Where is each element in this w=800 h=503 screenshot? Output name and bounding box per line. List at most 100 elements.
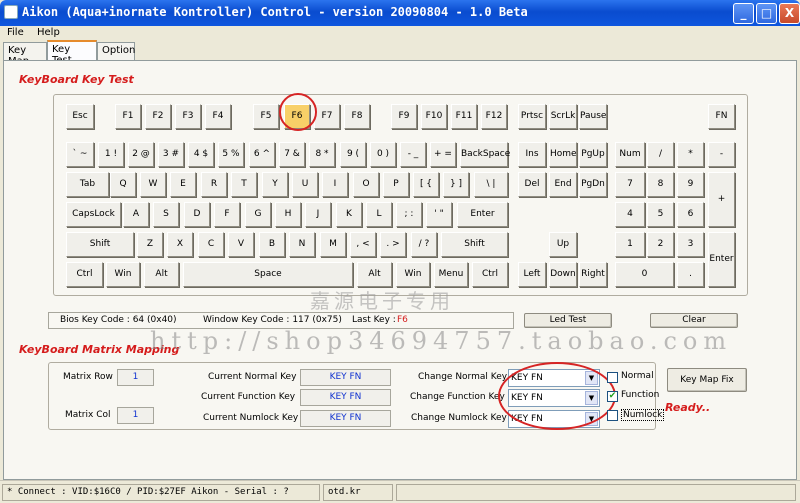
numlock-checkbox[interactable] [607, 410, 618, 421]
key-f2[interactable]: F2 [145, 104, 171, 129]
key-b[interactable]: B [259, 232, 285, 257]
key-t[interactable]: T [231, 172, 257, 197]
key-left-alt[interactable]: Alt [144, 262, 179, 287]
key-l[interactable]: L [366, 202, 392, 227]
menu-file[interactable]: File [7, 27, 24, 38]
key-f10[interactable]: F10 [421, 104, 447, 129]
key-right[interactable]: Right [579, 262, 607, 287]
key-o[interactable]: O [353, 172, 379, 197]
key-quote[interactable]: ' " [426, 202, 452, 227]
key-comma[interactable]: , < [350, 232, 376, 257]
key-9[interactable]: 9 ( [340, 142, 366, 167]
key-enter[interactable]: Enter [457, 202, 508, 227]
led-test-button[interactable]: Led Test [524, 313, 612, 328]
key-tab[interactable]: Tab [66, 172, 109, 197]
key-prtsc[interactable]: Prtsc [518, 104, 546, 129]
key-d[interactable]: D [184, 202, 210, 227]
key-num-enter[interactable]: Enter [708, 232, 735, 287]
key-scrlk[interactable]: ScrLk [549, 104, 577, 129]
close-button[interactable]: X [779, 3, 800, 24]
key-f11[interactable]: F11 [451, 104, 477, 129]
key-r[interactable]: R [201, 172, 227, 197]
key-num-4[interactable]: 4 [615, 202, 645, 227]
key-j[interactable]: J [305, 202, 331, 227]
key-k[interactable]: K [336, 202, 362, 227]
key-f4[interactable]: F4 [205, 104, 231, 129]
key-g[interactable]: G [245, 202, 271, 227]
clear-button[interactable]: Clear [650, 313, 738, 328]
key-f[interactable]: F [214, 202, 240, 227]
key-num-minus[interactable]: - [708, 142, 735, 167]
key-7[interactable]: 7 & [279, 142, 305, 167]
key-left-win[interactable]: Win [106, 262, 140, 287]
key-right-win[interactable]: Win [396, 262, 430, 287]
key-del[interactable]: Del [518, 172, 546, 197]
key-n[interactable]: N [289, 232, 315, 257]
key-m[interactable]: M [320, 232, 346, 257]
key-backspace[interactable]: BackSpace [460, 142, 510, 167]
key-num-2[interactable]: 2 [647, 232, 674, 257]
key-num-star[interactable]: * [677, 142, 704, 167]
key-capslock[interactable]: CapsLock [66, 202, 121, 227]
key-w[interactable]: W [140, 172, 166, 197]
key-menu[interactable]: Menu [434, 262, 468, 287]
normal-checkbox[interactable] [607, 372, 618, 383]
key-num-plus[interactable]: + [708, 172, 735, 227]
key-s[interactable]: S [153, 202, 179, 227]
key-num-9[interactable]: 9 [677, 172, 704, 197]
key-y[interactable]: Y [262, 172, 288, 197]
key-pgup[interactable]: PgUp [579, 142, 607, 167]
key-num-5[interactable]: 5 [647, 202, 674, 227]
key-num-7[interactable]: 7 [615, 172, 645, 197]
key-down[interactable]: Down [549, 262, 577, 287]
title-bar[interactable]: Aikon (Aqua+inornate Kontroller) Control… [0, 0, 800, 26]
key-num-dot[interactable]: . [677, 262, 704, 287]
tab-key-map[interactable]: Key Map [3, 42, 47, 67]
key-p[interactable]: P [383, 172, 409, 197]
key-right-shift[interactable]: Shift [441, 232, 508, 257]
key-f12[interactable]: F12 [481, 104, 507, 129]
key-h[interactable]: H [275, 202, 301, 227]
key-space[interactable]: Space [183, 262, 353, 287]
key-map-fix-button[interactable]: Key Map Fix [667, 368, 747, 392]
key-6[interactable]: 6 ^ [249, 142, 275, 167]
key-left-ctrl[interactable]: Ctrl [66, 262, 103, 287]
key-num-6[interactable]: 6 [677, 202, 704, 227]
key-f9[interactable]: F9 [391, 104, 417, 129]
key-pause[interactable]: Pause [579, 104, 607, 129]
key-3[interactable]: 3 # [158, 142, 184, 167]
key-c[interactable]: C [198, 232, 224, 257]
key-z[interactable]: Z [137, 232, 163, 257]
key-minus[interactable]: - _ [400, 142, 426, 167]
tab-option[interactable]: Option [97, 42, 135, 60]
key-u[interactable]: U [292, 172, 318, 197]
key-numlock[interactable]: Num [615, 142, 645, 167]
tab-key-test[interactable]: Key Test [47, 40, 97, 66]
key-q[interactable]: Q [110, 172, 136, 197]
key-period[interactable]: . > [380, 232, 406, 257]
key-semicolon[interactable]: ; : [396, 202, 422, 227]
key-equal[interactable]: + = [430, 142, 456, 167]
key-num-1[interactable]: 1 [615, 232, 645, 257]
key-lbracket[interactable]: [ { [413, 172, 439, 197]
maximize-button[interactable]: □ [756, 3, 777, 24]
key-i[interactable]: I [322, 172, 348, 197]
minimize-button[interactable]: _ [733, 3, 754, 24]
key-num-8[interactable]: 8 [647, 172, 674, 197]
key-tilde[interactable]: ` ~ [66, 142, 94, 167]
key-backslash[interactable]: \ | [474, 172, 508, 197]
key-rbracket[interactable]: } ] [443, 172, 469, 197]
key-f7[interactable]: F7 [314, 104, 340, 129]
key-left-shift[interactable]: Shift [66, 232, 134, 257]
key-0[interactable]: 0 ) [370, 142, 396, 167]
key-x[interactable]: X [167, 232, 193, 257]
key-e[interactable]: E [170, 172, 196, 197]
key-num-3[interactable]: 3 [677, 232, 704, 257]
key-up[interactable]: Up [549, 232, 577, 257]
key-pgdn[interactable]: PgDn [579, 172, 607, 197]
key-right-alt[interactable]: Alt [357, 262, 392, 287]
key-f1[interactable]: F1 [115, 104, 141, 129]
key-fn[interactable]: FN [708, 104, 735, 129]
key-right-ctrl[interactable]: Ctrl [472, 262, 508, 287]
key-esc[interactable]: Esc [66, 104, 94, 129]
